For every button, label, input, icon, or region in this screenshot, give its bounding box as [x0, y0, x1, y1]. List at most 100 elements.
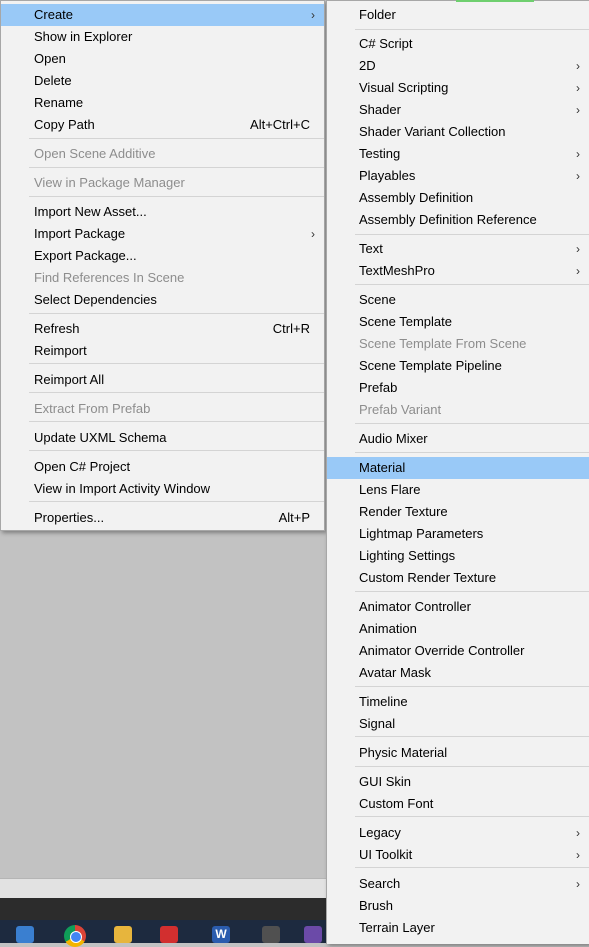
left-menu-item-update-uxml-schema[interactable]: Update UXML Schema — [1, 427, 324, 449]
visual-studio-icon[interactable] — [304, 926, 322, 943]
windows-app-icon[interactable] — [16, 926, 34, 943]
menu-item-label: Material — [359, 460, 406, 475]
right-menu-item-legacy[interactable]: Legacy › — [327, 822, 589, 844]
chevron-right-icon: › — [576, 877, 580, 891]
right-menu-item-render-texture[interactable]: Render Texture — [327, 501, 589, 523]
right-menu-item-timeline[interactable]: Timeline — [327, 691, 589, 713]
left-menu-item-refresh[interactable]: Refresh Ctrl+R — [1, 318, 324, 340]
menu-separator — [355, 591, 589, 592]
right-menu-item-animation[interactable]: Animation — [327, 618, 589, 640]
menu-separator — [29, 196, 324, 197]
right-menu-item-assembly-definition[interactable]: Assembly Definition — [327, 187, 589, 209]
right-menu-item-textmeshpro[interactable]: TextMeshPro › — [327, 260, 589, 282]
menu-item-label: Scene Template — [359, 314, 452, 329]
right-menu-item-ui-toolkit[interactable]: UI Toolkit › — [327, 844, 589, 866]
right-menu-item-audio-mixer[interactable]: Audio Mixer — [327, 428, 589, 450]
left-menu-item-open[interactable]: Open — [1, 48, 324, 70]
right-menu-item-material[interactable]: Material — [327, 457, 589, 479]
menu-item-label: Playables — [359, 168, 416, 183]
chevron-right-icon: › — [576, 826, 580, 840]
right-menu-item-animator-override-controller[interactable]: Animator Override Controller — [327, 640, 589, 662]
right-menu-item-text[interactable]: Text › — [327, 238, 589, 260]
right-menu-item-animator-controller[interactable]: Animator Controller — [327, 596, 589, 618]
right-menu-item-search[interactable]: Search › — [327, 873, 589, 895]
left-menu-item-create[interactable]: Create › — [1, 4, 324, 26]
left-menu-item-view-in-package-manager: View in Package Manager — [1, 172, 324, 194]
menu-separator — [29, 313, 324, 314]
left-menu-item-reimport-all[interactable]: Reimport All — [1, 369, 324, 391]
left-menu-item-rename[interactable]: Rename — [1, 92, 324, 114]
file-explorer-icon[interactable] — [114, 926, 132, 943]
right-menu-item-scene[interactable]: Scene — [327, 289, 589, 311]
right-menu-item-lighting-settings[interactable]: Lighting Settings — [327, 545, 589, 567]
menu-item-label: Import Package — [34, 226, 126, 241]
unity-icon[interactable] — [262, 926, 280, 943]
right-menu-item-lens-flare[interactable]: Lens Flare — [327, 479, 589, 501]
menu-item-label: Signal — [359, 716, 396, 731]
right-menu-item-2d[interactable]: 2D › — [327, 55, 589, 77]
left-menu-item-show-in-explorer[interactable]: Show in Explorer — [1, 26, 324, 48]
menu-item-label: Reimport — [34, 343, 87, 358]
menu-item-label: Lighting Settings — [359, 548, 456, 563]
right-menu-item-gui-skin[interactable]: GUI Skin — [327, 771, 589, 793]
right-menu-item-c-script[interactable]: C# Script — [327, 33, 589, 55]
right-menu-item-testing[interactable]: Testing › — [327, 143, 589, 165]
context-menu: Create › Show in Explorer Open Delete Rename C… — [0, 0, 325, 531]
menu-item-label: 2D — [359, 58, 376, 73]
right-menu-item-visual-scripting[interactable]: Visual Scripting › — [327, 77, 589, 99]
menu-item-label: Text — [359, 241, 383, 256]
menu-separator — [29, 363, 324, 364]
menu-item-label: GUI Skin — [359, 774, 412, 789]
create-submenu: Folder C# Script 2D › Visual Scripting › Shade… — [326, 0, 589, 944]
menu-item-label: Scene Template Pipeline — [359, 358, 502, 373]
menu-item-label: Scene — [359, 292, 396, 307]
right-menu-item-signal[interactable]: Signal — [327, 713, 589, 735]
left-menu-item-export-package[interactable]: Export Package... — [1, 245, 324, 267]
left-menu-item-view-in-import-activity-window[interactable]: View in Import Activity Window — [1, 478, 324, 500]
left-menu-item-open-c-project[interactable]: Open C# Project — [1, 456, 324, 478]
chrome-icon[interactable] — [64, 925, 86, 947]
right-menu-item-prefab[interactable]: Prefab — [327, 377, 589, 399]
right-menu-item-terrain-layer[interactable]: Terrain Layer — [327, 917, 589, 939]
menu-item-label: Animator Controller — [359, 599, 471, 614]
right-menu-item-assembly-definition-reference[interactable]: Assembly Definition Reference — [327, 209, 589, 231]
menu-separator — [355, 29, 589, 30]
left-menu-item-import-package[interactable]: Import Package › — [1, 223, 324, 245]
right-menu-item-shader[interactable]: Shader › — [327, 99, 589, 121]
menu-item-label: Create — [34, 7, 74, 22]
right-menu-item-brush[interactable]: Brush — [327, 895, 589, 917]
menu-separator — [355, 867, 589, 868]
menu-item-label: Shader — [359, 102, 401, 117]
chevron-right-icon: › — [576, 848, 580, 862]
left-menu-item-select-dependencies[interactable]: Select Dependencies — [1, 289, 324, 311]
menu-item-label: Brush — [359, 898, 393, 913]
right-menu-item-custom-font[interactable]: Custom Font — [327, 793, 589, 815]
menu-item-label: Import New Asset... — [34, 204, 147, 219]
right-menu-item-physic-material[interactable]: Physic Material — [327, 742, 589, 764]
right-menu-item-avatar-mask[interactable]: Avatar Mask — [327, 662, 589, 684]
right-menu-item-playables[interactable]: Playables › — [327, 165, 589, 187]
menu-separator — [355, 736, 589, 737]
left-menu-item-copy-path[interactable]: Copy Path Alt+Ctrl+C — [1, 114, 324, 136]
left-menu-item-reimport[interactable]: Reimport — [1, 340, 324, 362]
menu-item-label: Avatar Mask — [359, 665, 432, 680]
left-menu-item-import-new-asset[interactable]: Import New Asset... — [1, 201, 324, 223]
right-menu-item-custom-render-texture[interactable]: Custom Render Texture — [327, 567, 589, 589]
menu-item-label: Search — [359, 876, 401, 891]
menu-item-shortcut: Alt+Ctrl+C — [250, 117, 310, 132]
menu-item-label: Assembly Definition — [359, 190, 474, 205]
right-menu-item-shader-variant-collection[interactable]: Shader Variant Collection — [327, 121, 589, 143]
wps-icon[interactable] — [160, 926, 178, 943]
word-icon[interactable]: W — [212, 926, 230, 943]
right-menu-item-scene-template[interactable]: Scene Template — [327, 311, 589, 333]
left-menu-item-delete[interactable]: Delete — [1, 70, 324, 92]
menu-item-label: Custom Render Texture — [359, 570, 497, 585]
right-menu-item-lightmap-parameters[interactable]: Lightmap Parameters — [327, 523, 589, 545]
menu-item-label: UI Toolkit — [359, 847, 413, 862]
right-menu-item-scene-template-pipeline[interactable]: Scene Template Pipeline — [327, 355, 589, 377]
menu-item-label: Copy Path — [34, 117, 95, 132]
left-menu-item-open-scene-additive: Open Scene Additive — [1, 143, 324, 165]
left-menu-item-properties[interactable]: Properties... Alt+P — [1, 507, 324, 529]
right-menu-item-folder[interactable]: Folder — [327, 4, 589, 26]
menu-separator — [355, 452, 589, 453]
